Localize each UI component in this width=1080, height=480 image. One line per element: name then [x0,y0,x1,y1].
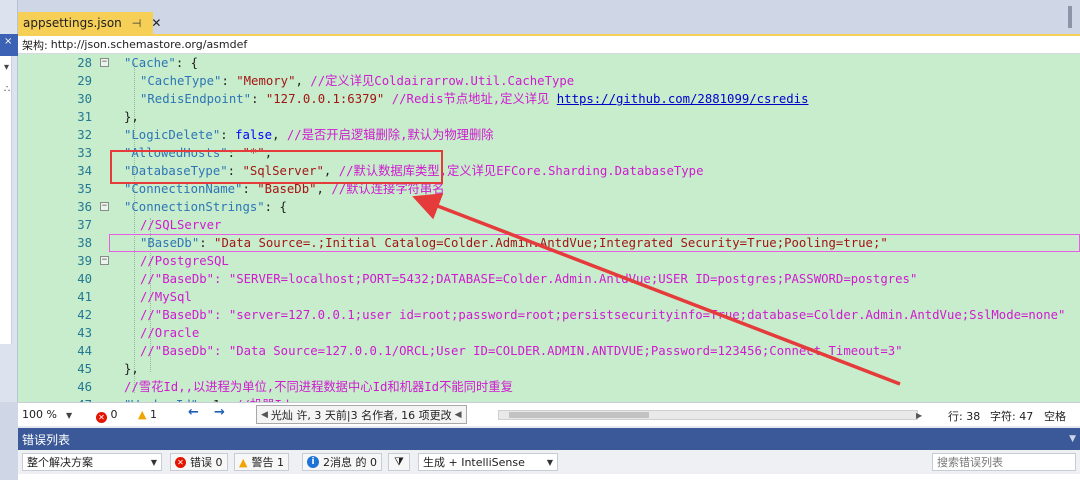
left-strip-dots-icon: ∴ [4,84,11,95]
horizontal-scrollbar[interactable] [498,410,918,420]
left-strip-close-icon[interactable]: × [4,36,12,47]
error-icon: ✕ [96,412,107,423]
schema-label: 架构: [22,38,48,52]
left-strip-panel [0,56,12,344]
navigate-back-icon[interactable]: ← [188,405,199,420]
git-blame-info[interactable]: ◀ 光灿 许, 3 天前|3 名作者, 16 项更改 ◀ [256,405,467,424]
scroll-right-icon[interactable]: ▶ [916,411,922,420]
warning-count[interactable]: ▲ 1 [138,408,157,421]
annotation-red-arrow [412,193,901,386]
chevron-down-icon: ▼ [546,457,553,467]
tab-appsettings-json[interactable]: appsettings.json ⊣ ✕ [18,12,161,34]
schema-bar: 架构: http://json.schemastore.org/asmdef [18,36,1080,54]
line-indicator: 行: 38 [948,410,981,423]
zoom-level[interactable]: 100 % [22,408,57,421]
error-list-toolbar: 整个解决方案 ▼ ✕ 错误 0 ▲ 警告 1 i 2消息 的 0 ⧩ 生成 + … [18,450,1080,474]
panel-dropdown-icon[interactable]: ▼ [1069,434,1076,444]
close-icon[interactable]: ✕ [151,16,161,30]
messages-filter-button[interactable]: i 2消息 的 0 [302,453,382,471]
search-error-list-input[interactable]: 搜索错误列表 [932,453,1076,471]
whitespace-mode[interactable]: 空格 [1044,408,1066,424]
tab-title: appsettings.json [23,16,122,30]
filter-button[interactable]: ⧩ [388,453,410,471]
chevron-down-icon: ▼ [150,457,157,467]
error-icon: ✕ [175,456,186,468]
error-list-body [18,474,1080,480]
pin-icon[interactable]: ⊣ [132,17,142,30]
error-list-titlebar: 错误列表 ▼ [18,426,1080,450]
left-tool-strip: × ▾ ∴ [0,0,18,402]
git-right-chevron-icon: ◀ [454,409,462,420]
code-editor[interactable]: 28− "Cache": {29 "CacheType": "Memory", //… [18,54,1080,402]
scope-select[interactable]: 整个解决方案 ▼ [22,453,162,471]
warning-icon: ▲ [138,408,147,421]
document-tab-row: appsettings.json ⊣ ✕ [18,0,1080,34]
editor-status-bar: 100 % ▼ ✕ 0 ▲ 1 ← → ◀ 光灿 许, 3 天前|3 名作者, … [18,402,1080,426]
filter-icon: ⧩ [394,455,404,468]
errors-filter-button[interactable]: ✕ 错误 0 [170,453,228,471]
warnings-filter-button[interactable]: ▲ 警告 1 [234,453,289,471]
info-icon: i [307,456,319,468]
left-bottom-strip [0,402,18,480]
warning-icon: ▲ [239,455,248,469]
schema-url[interactable]: http://json.schemastore.org/asmdef [51,38,248,51]
error-list-title: 错误列表 [22,432,71,447]
error-count[interactable]: ✕ 0 [96,408,118,423]
column-indicator: 字符: 47 [990,410,1034,423]
zoom-dropdown-icon[interactable]: ▼ [66,411,72,420]
navigate-forward-icon[interactable]: → [214,405,225,420]
tab-row-scrollbar[interactable] [1062,0,1080,34]
build-source-select[interactable]: 生成 + IntelliSense ▼ [418,453,558,471]
git-left-chevron-icon: ◀ [261,409,268,420]
left-strip-expand-icon[interactable]: ▾ [4,62,9,73]
